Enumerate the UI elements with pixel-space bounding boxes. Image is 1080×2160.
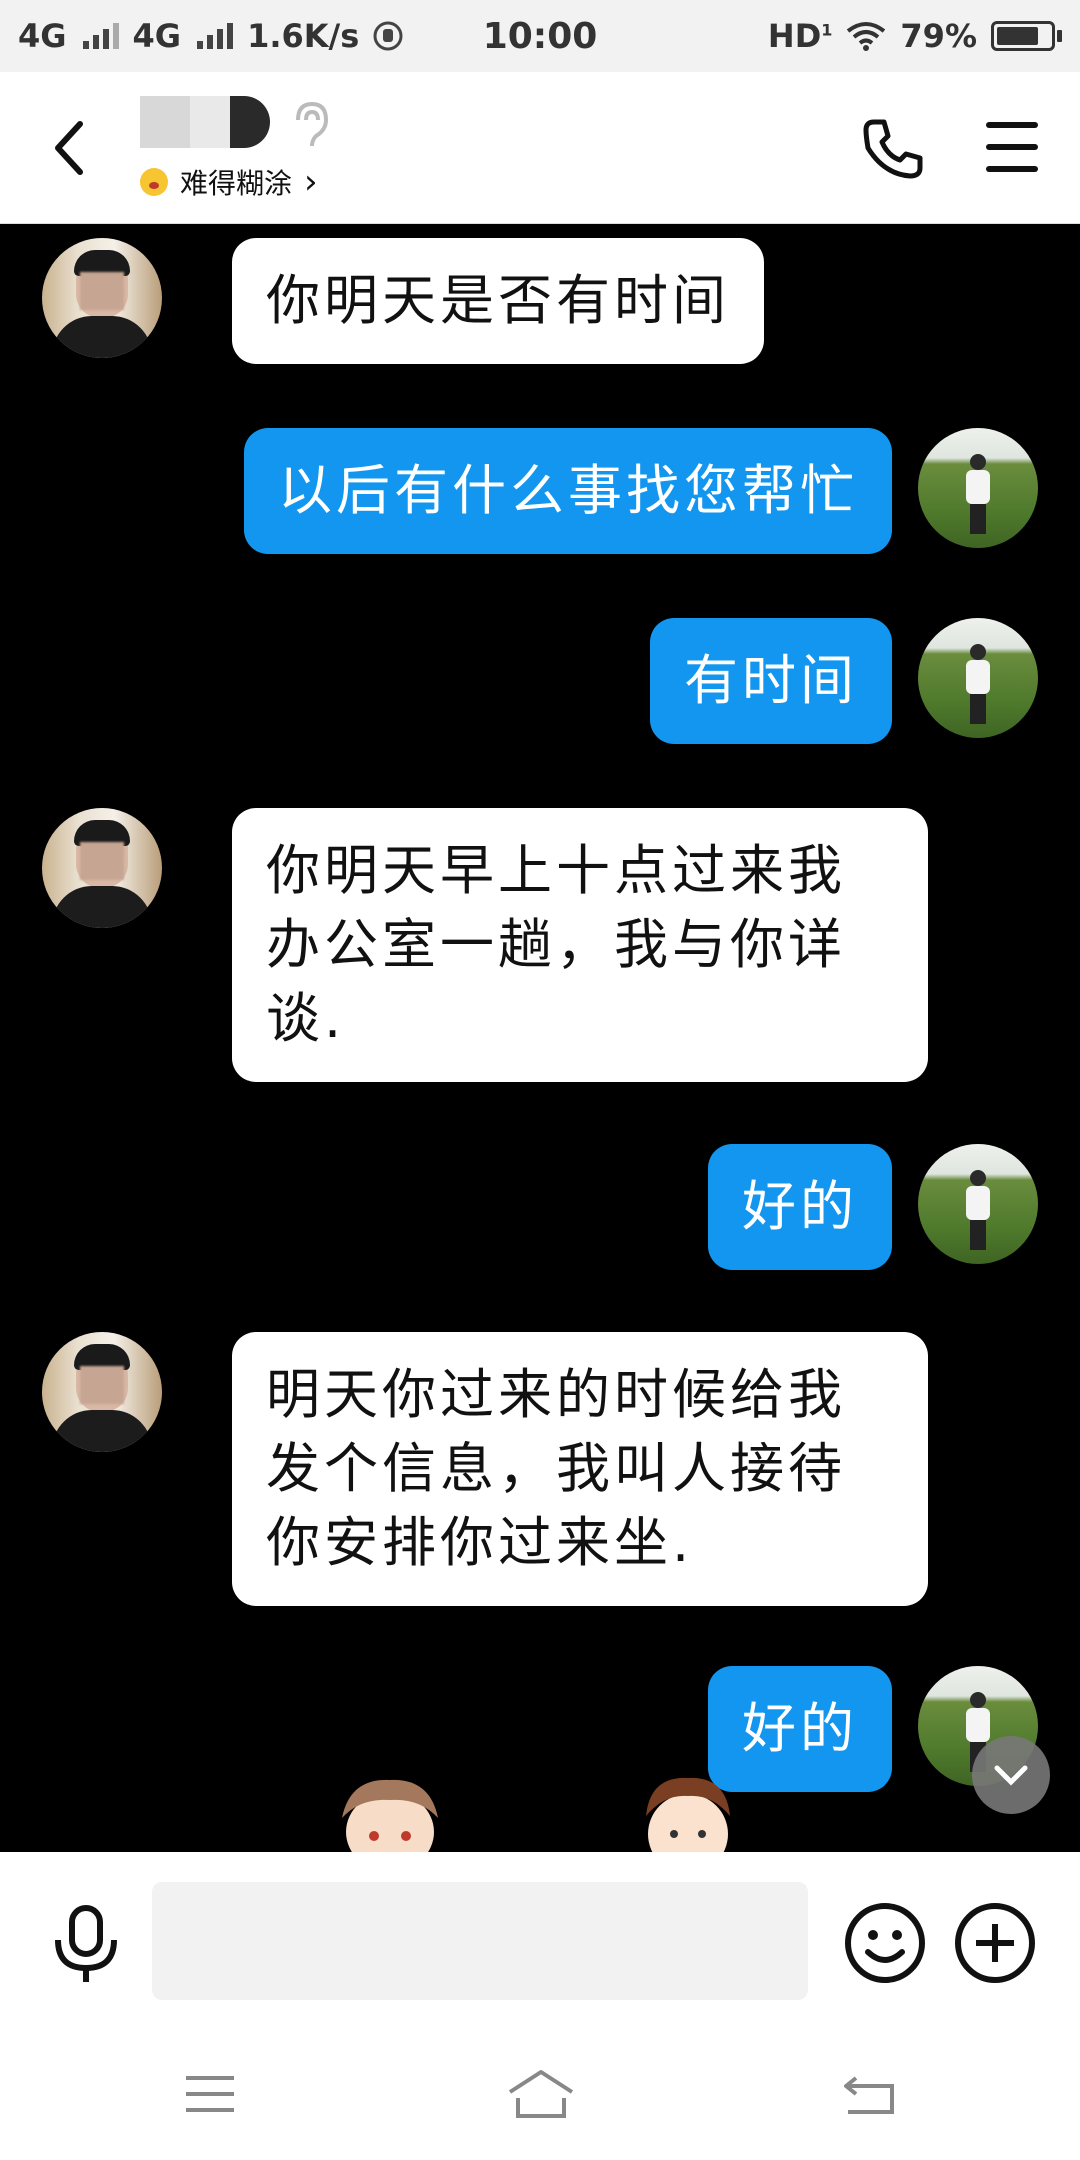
signal-icon-2 (197, 23, 234, 49)
wifi-icon (847, 22, 886, 51)
status-left: 4G 4G 1.6K/s (18, 17, 403, 55)
message-sent: 好的 (708, 1144, 1038, 1270)
message-bubble[interactable]: 有时间 (650, 618, 892, 744)
message-bubble[interactable]: 明天你过来的时候给我 发个信息，我叫人接待 你安排你过来坐. (232, 1332, 928, 1606)
home-icon[interactable] (506, 2068, 576, 2120)
plus-icon[interactable] (954, 1902, 1036, 1984)
microphone-icon[interactable] (48, 1904, 124, 1984)
message-bubble[interactable]: 好的 (708, 1144, 892, 1270)
hand-icon (373, 21, 403, 51)
system-nav-bar (0, 2024, 1080, 2160)
message-input[interactable] (152, 1882, 808, 2000)
message-received: 你明天早上十点过来我 办公室一趟，我与你详 谈. (42, 808, 928, 1082)
chat-header: 难得糊涂 › (0, 72, 1080, 224)
hd-label: HD1 (767, 17, 833, 55)
signal-icon (82, 23, 119, 49)
message-bubble[interactable]: 以后有什么事找您帮忙 (244, 428, 892, 554)
back-arrow-icon[interactable] (48, 118, 88, 178)
my-avatar[interactable] (918, 1144, 1038, 1264)
scroll-to-bottom-button[interactable] (972, 1736, 1050, 1814)
contact-subtitle-text: 难得糊涂 (180, 167, 293, 200)
message-received: 明天你过来的时候给我 发个信息，我叫人接待 你安排你过来坐. (42, 1332, 928, 1606)
my-avatar[interactable] (918, 618, 1038, 738)
contact-info[interactable]: 难得糊涂 › (140, 96, 329, 202)
input-bar (0, 1852, 1080, 2024)
network-label-2: 4G (132, 17, 182, 55)
message-sent: 有时间 (650, 618, 1038, 744)
contact-avatar[interactable] (42, 1332, 162, 1452)
recent-apps-icon[interactable] (184, 2074, 236, 2114)
status-right: HD1 79% (768, 17, 1062, 55)
message-received: 你明天是否有时间 (42, 238, 764, 364)
message-bubble[interactable]: 你明天早上十点过来我 办公室一趟，我与你详 谈. (232, 808, 928, 1082)
battery-icon (991, 21, 1062, 51)
contact-subtitle[interactable]: 难得糊涂 › (140, 162, 318, 202)
battery-percent: 79% (900, 17, 977, 55)
cartoon-boy-sticker (342, 1779, 438, 1852)
status-bar: 4G 4G 1.6K/s 10:00 HD1 79% (0, 0, 1080, 72)
contact-avatar[interactable] (42, 238, 162, 358)
chevron-down-icon (994, 1765, 1028, 1786)
earpiece-icon (296, 101, 329, 147)
sticker-face-icon (140, 168, 168, 196)
phone-icon[interactable] (860, 116, 926, 182)
network-speed: 1.6K/s (247, 17, 360, 55)
network-label-1: 4G (18, 17, 67, 55)
menu-icon[interactable] (986, 122, 1038, 172)
back-nav-icon[interactable] (842, 2072, 898, 2116)
chevron-right-icon: › (304, 162, 318, 202)
message-bubble[interactable]: 你明天是否有时间 (232, 238, 764, 364)
emoji-icon[interactable] (844, 1902, 926, 1984)
chat-area[interactable]: 你明天是否有时间 以后有什么事找您帮忙 有时间 你明天早上十点过来我 办公室一趟… (0, 224, 1080, 1852)
message-sent: 以后有什么事找您帮忙 (244, 428, 1038, 554)
contact-avatar[interactable] (42, 808, 162, 928)
my-avatar[interactable] (918, 428, 1038, 548)
cartoon-man-sticker (646, 1777, 730, 1852)
